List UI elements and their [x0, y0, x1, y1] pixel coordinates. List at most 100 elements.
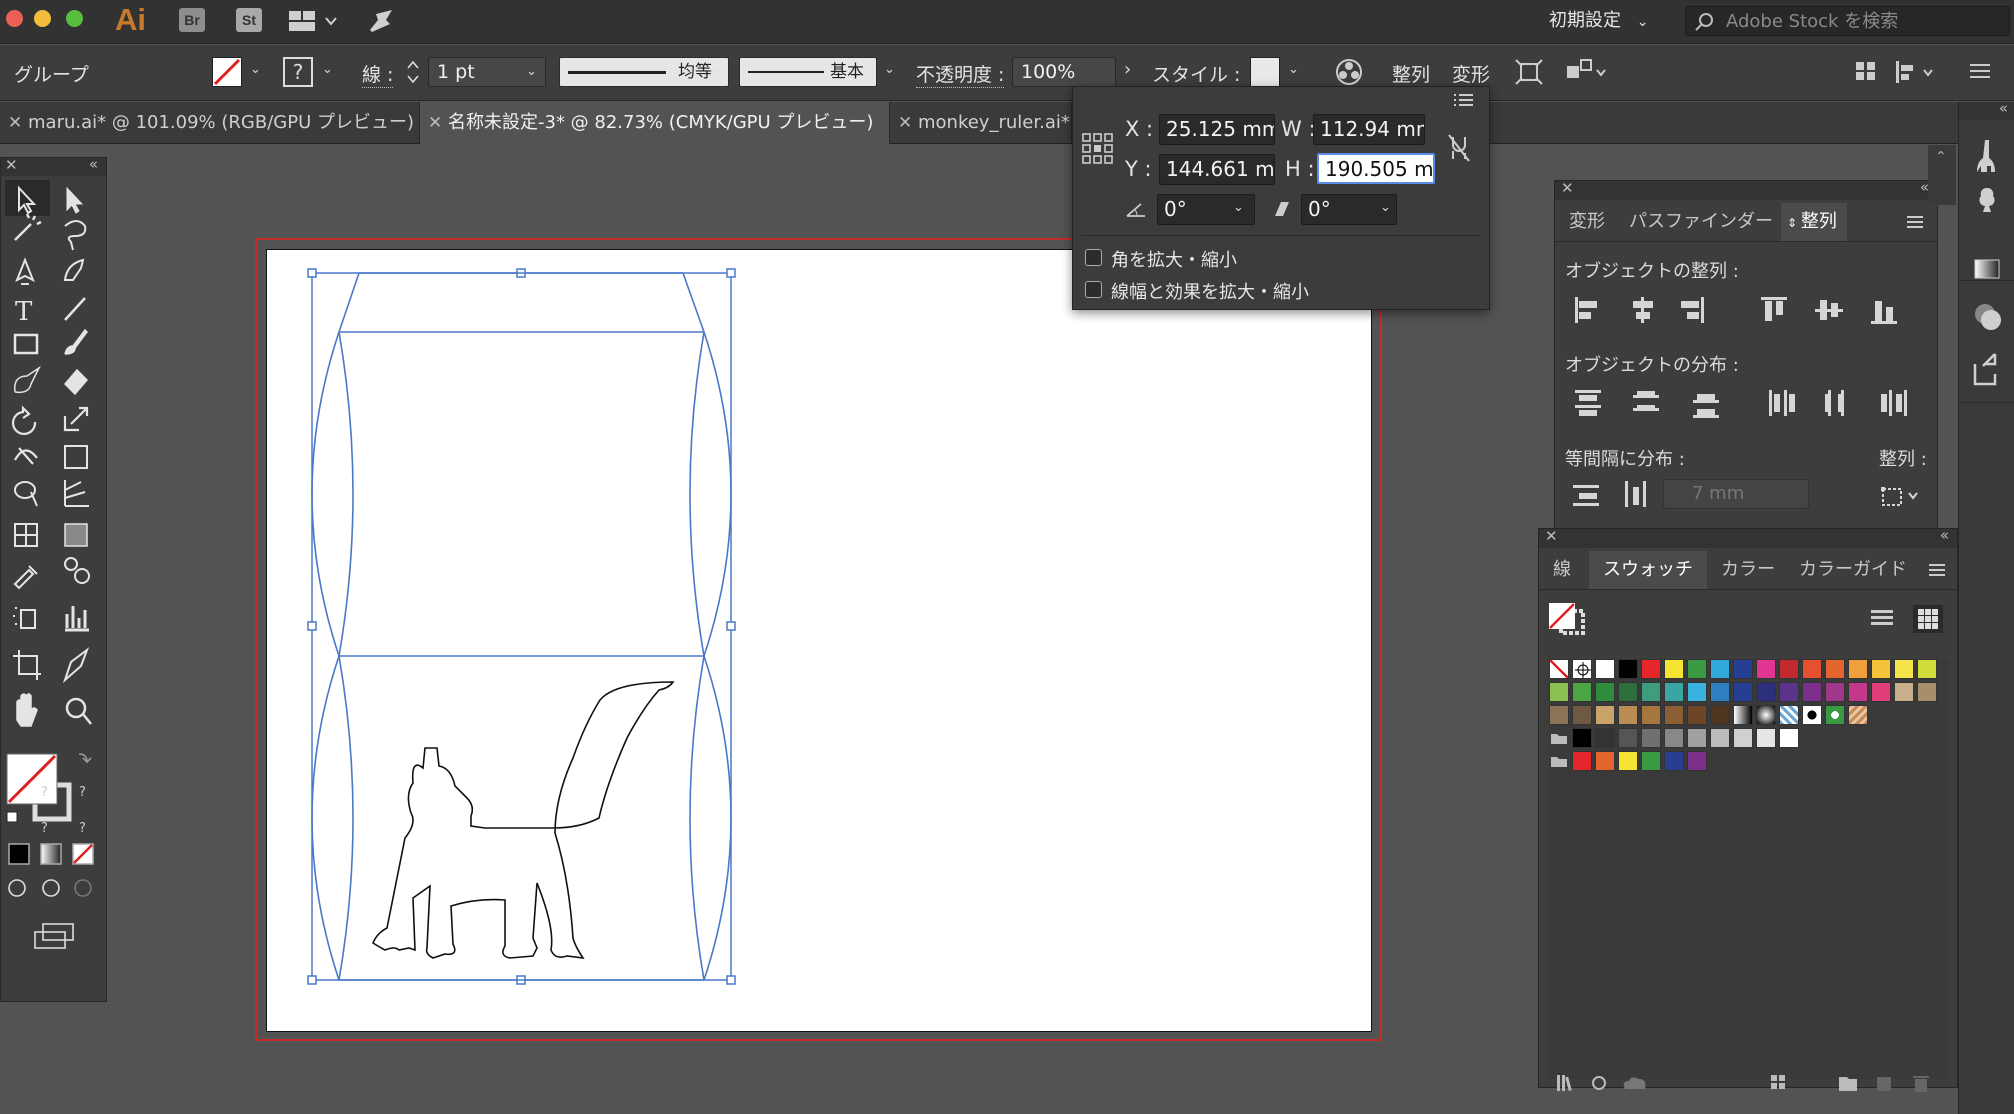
vertical-spacing-icon[interactable]: [1573, 485, 1599, 506]
chevron-down-icon[interactable]: ⌄: [708, 62, 719, 77]
export-panel-icon[interactable]: [1973, 353, 1997, 386]
chevron-down-icon[interactable]: ⌄: [250, 62, 261, 77]
constrain-proportions-icon[interactable]: [1447, 133, 1471, 163]
align-bottom-icon[interactable]: [1871, 301, 1897, 324]
variable-width-profile[interactable]: 均等: [559, 57, 729, 87]
select-similar-icon[interactable]: [1565, 58, 1609, 86]
default-colors-icon[interactable]: [6, 811, 18, 823]
h-field[interactable]: 190.505 mm: [1317, 153, 1435, 184]
align-vertical-center-icon[interactable]: [1815, 300, 1843, 320]
fill-swatch[interactable]: [212, 57, 242, 87]
resize-handle[interactable]: [307, 975, 317, 985]
screen-mode-icon[interactable]: [34, 923, 74, 949]
close-icon[interactable]: ✕: [1545, 527, 1558, 545]
reference-point-icon[interactable]: [1081, 132, 1115, 166]
zoom-window-button[interactable]: [66, 10, 83, 27]
paintbrush-tool-icon[interactable]: [64, 328, 88, 355]
color-group-folder-icon[interactable]: [1549, 751, 1569, 771]
selection-bounding-box[interactable]: [311, 272, 732, 981]
align-left-icon[interactable]: [1575, 297, 1597, 323]
swatch-registration[interactable]: [1572, 659, 1592, 679]
resize-handle[interactable]: [726, 975, 736, 985]
swatch[interactable]: [1641, 728, 1661, 748]
swatch[interactable]: [1802, 659, 1822, 679]
tab-color[interactable]: カラー: [1709, 551, 1787, 589]
swatch[interactable]: [1779, 728, 1799, 748]
swatch[interactable]: [1687, 751, 1707, 771]
swatch[interactable]: [1779, 682, 1799, 702]
swatch[interactable]: [1572, 682, 1592, 702]
distribute-left-icon[interactable]: [1769, 390, 1795, 416]
swatch[interactable]: [1802, 682, 1822, 702]
swatch[interactable]: [1848, 659, 1868, 679]
swatch[interactable]: [1641, 751, 1661, 771]
free-transform-tool-icon[interactable]: [64, 445, 88, 469]
tab-pathfinder[interactable]: パスファインダー: [1617, 203, 1785, 241]
workspace-switcher[interactable]: 初期設定 ⌄: [1535, 6, 1662, 36]
swatch-gradient[interactable]: [1733, 705, 1753, 725]
slice-tool-icon[interactable]: [62, 647, 90, 684]
zoom-tool-icon[interactable]: [65, 697, 92, 725]
swatch[interactable]: [1595, 659, 1615, 679]
artboard-tool-icon[interactable]: [13, 650, 41, 680]
direct-selection-tool-icon[interactable]: [66, 186, 84, 214]
selected-artwork[interactable]: [255, 238, 1382, 1041]
panel-menu-icon[interactable]: [1929, 563, 1947, 577]
stroke-weight-field[interactable]: 1 pt ⌄: [428, 57, 546, 87]
distribute-horizontal-center-icon[interactable]: [1825, 390, 1844, 416]
graphic-styles-panel-icon[interactable]: [1974, 259, 2000, 279]
cc-libraries-icon[interactable]: [1623, 1077, 1646, 1089]
show-swatch-kinds-icon[interactable]: [1592, 1076, 1606, 1090]
tab-swatches[interactable]: スウォッチ: [1589, 551, 1707, 589]
pen-tool-icon[interactable]: [15, 257, 35, 285]
width-tool-icon[interactable]: [14, 447, 38, 465]
swatch[interactable]: [1618, 705, 1638, 725]
swatch[interactable]: [1710, 682, 1730, 702]
arrange-documents-icon[interactable]: [288, 8, 338, 34]
column-graph-tool-icon[interactable]: [65, 606, 89, 632]
tab-align[interactable]: ⇕ 整列: [1781, 203, 1847, 241]
distribute-right-icon[interactable]: [1881, 390, 1907, 416]
swatch[interactable]: [1871, 682, 1891, 702]
symbol-sprayer-tool-icon[interactable]: [13, 607, 36, 629]
perspective-grid-tool-icon[interactable]: [64, 480, 89, 507]
stroke-stepper-icon[interactable]: [406, 59, 420, 85]
expand-icon[interactable]: «: [1999, 99, 2008, 117]
swatch[interactable]: [1710, 728, 1730, 748]
opacity-field[interactable]: 100%: [1012, 57, 1116, 87]
tab-maru[interactable]: ✕ maru.ai* @ 101.09% (RGB/GPU プレビュー): [0, 102, 420, 144]
chevron-up-icon[interactable]: ⌃: [1935, 149, 1947, 165]
stock-button[interactable]: St: [236, 8, 262, 32]
swatch[interactable]: [1618, 728, 1638, 748]
swatch[interactable]: [1595, 682, 1615, 702]
swatch[interactable]: [1664, 705, 1684, 725]
swatch[interactable]: [1779, 659, 1799, 679]
close-icon[interactable]: ✕: [428, 102, 442, 144]
vertical-scrollbar[interactable]: ⌃: [1928, 145, 1956, 205]
graphic-style-swatch[interactable]: [1250, 57, 1280, 87]
gradient-mode-icon[interactable]: [40, 843, 62, 865]
collapse-icon[interactable]: «: [89, 155, 98, 173]
draw-behind-icon[interactable]: [42, 879, 60, 897]
swatch[interactable]: [1664, 682, 1684, 702]
gpu-performance-icon[interactable]: [366, 6, 396, 36]
align-top-icon[interactable]: [1761, 297, 1787, 321]
appearance-panel-icon[interactable]: [1975, 304, 2001, 330]
draw-normal-icon[interactable]: [8, 879, 26, 897]
align-to-selection-icon[interactable]: [1879, 481, 1923, 509]
eyedropper-tool-icon[interactable]: [13, 565, 38, 590]
distribute-vertical-center-icon[interactable]: [1633, 391, 1659, 411]
shaper-tool-icon[interactable]: [14, 365, 41, 394]
swatch-gradient[interactable]: [1756, 705, 1776, 725]
tab-transform[interactable]: 変形: [1563, 203, 1611, 241]
stock-search-input[interactable]: [1726, 10, 1996, 32]
swatch-library-icon[interactable]: [1557, 1075, 1572, 1092]
swatch[interactable]: [1664, 751, 1684, 771]
swap-icon[interactable]: [78, 753, 92, 764]
swatch[interactable]: [1756, 682, 1776, 702]
swatch[interactable]: [1572, 751, 1592, 771]
lasso-tool-icon[interactable]: [64, 220, 87, 251]
distribute-options-icon[interactable]: [1894, 59, 1938, 85]
align-link[interactable]: 整列: [1392, 60, 1431, 88]
type-tool-icon[interactable]: T: [15, 297, 33, 327]
